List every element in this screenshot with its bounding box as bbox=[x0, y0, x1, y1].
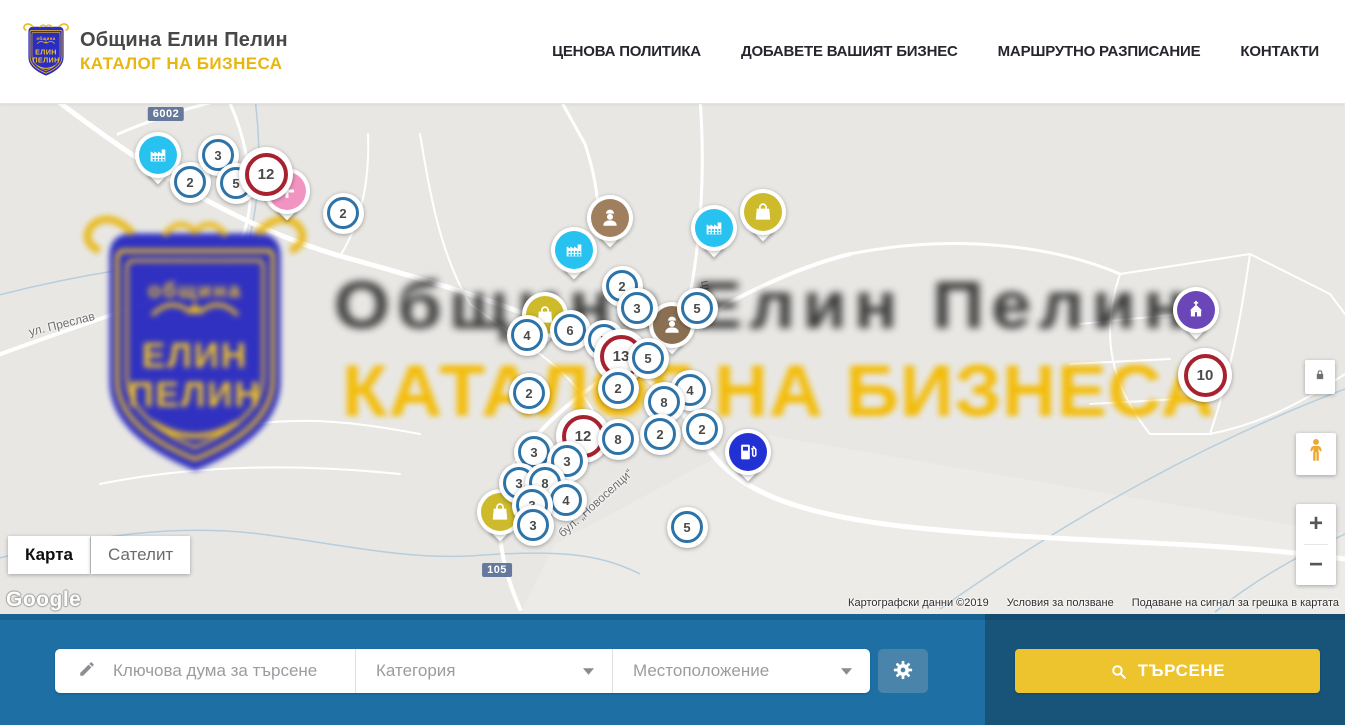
category-select-label: Категория bbox=[376, 661, 455, 681]
pin-ball bbox=[695, 209, 733, 247]
cluster-count: 8 bbox=[602, 423, 634, 455]
map-data-credit: Картографски данни ©2019 bbox=[848, 597, 989, 609]
cluster-count: 4 bbox=[550, 484, 582, 516]
cluster-count: 2 bbox=[602, 372, 634, 404]
cluster-marker[interactable]: 2 bbox=[509, 373, 550, 414]
factory-icon bbox=[703, 217, 725, 239]
factory-marker[interactable] bbox=[551, 227, 597, 289]
search-icon bbox=[1110, 663, 1127, 680]
zoom-in-button[interactable]: + bbox=[1296, 504, 1336, 544]
category-select[interactable]: Категория bbox=[355, 649, 612, 693]
nav-pricing-policy[interactable]: ЦЕНОВА ПОЛИТИКА bbox=[552, 43, 701, 60]
factory-marker[interactable] bbox=[691, 205, 737, 267]
chevron-down-icon bbox=[841, 668, 852, 675]
cluster-count: 3 bbox=[517, 509, 549, 541]
church-marker[interactable] bbox=[1173, 287, 1219, 349]
pin-ball bbox=[744, 193, 782, 231]
cluster-count: 8 bbox=[648, 386, 680, 418]
svg-text:община: община bbox=[36, 36, 55, 41]
bag-icon bbox=[752, 201, 774, 223]
location-select[interactable]: Местоположение bbox=[612, 649, 870, 693]
search-bar: Категория Местоположение ТЪРСЕНЕ bbox=[0, 614, 1345, 725]
pegman-control[interactable] bbox=[1296, 433, 1336, 475]
bag-marker[interactable] bbox=[740, 189, 786, 251]
cluster-count: 6 bbox=[554, 314, 586, 346]
cluster-marker[interactable]: 8 bbox=[598, 419, 639, 460]
cluster-marker[interactable]: 10 bbox=[1178, 348, 1232, 402]
zoom-control: + − bbox=[1296, 504, 1336, 585]
cluster-marker[interactable]: 4 bbox=[507, 315, 548, 356]
cluster-count: 5 bbox=[632, 342, 664, 374]
pin-ball bbox=[139, 136, 177, 174]
nav-route-schedule[interactable]: МАРШРУТНО РАЗПИСАНИЕ bbox=[998, 43, 1201, 60]
factory-icon bbox=[147, 144, 169, 166]
keyword-input[interactable] bbox=[111, 660, 340, 682]
factory-icon bbox=[563, 239, 585, 261]
fuel-marker[interactable] bbox=[725, 429, 771, 491]
pin-ball bbox=[729, 433, 767, 471]
svg-text:ПЕЛИН: ПЕЛИН bbox=[32, 55, 59, 64]
app-root: община ЕЛИН ПЕЛИН Община Елин Пелин КАТА… bbox=[0, 0, 1345, 725]
cluster-count: 3 bbox=[621, 292, 653, 324]
brand-text: Община Елин Пелин КАТАЛОГ НА БИЗНЕСА bbox=[80, 29, 288, 74]
cluster-marker[interactable]: 3 bbox=[617, 288, 658, 329]
map-type-satellite-button[interactable]: Сателит bbox=[91, 536, 190, 574]
pegman-icon bbox=[1305, 437, 1327, 472]
map-type-control: Карта Сателит bbox=[8, 536, 190, 574]
church-icon bbox=[1185, 299, 1207, 321]
lock-control[interactable] bbox=[1305, 360, 1335, 394]
pin-ball bbox=[1177, 291, 1215, 329]
cluster-marker[interactable]: 2 bbox=[682, 409, 723, 450]
pencil-icon bbox=[78, 660, 96, 683]
header: община ЕЛИН ПЕЛИН Община Елин Пелин КАТА… bbox=[0, 0, 1345, 104]
cluster-count: 12 bbox=[245, 153, 288, 196]
zoom-out-button[interactable]: − bbox=[1296, 545, 1336, 585]
map-canvas[interactable]: 6002105 ул. Преславбул. „Новоселци“ци“ о… bbox=[0, 104, 1345, 614]
brand[interactable]: община ЕЛИН ПЕЛИН Община Елин Пелин КАТА… bbox=[22, 22, 288, 82]
terms-of-use-link[interactable]: Условия за ползване bbox=[1007, 597, 1114, 609]
nav-add-your-business[interactable]: ДОБАВЕТЕ ВАШИЯТ БИЗНЕС bbox=[741, 43, 958, 60]
search-button[interactable]: ТЪРСЕНЕ bbox=[1015, 649, 1320, 693]
cluster-marker[interactable]: 5 bbox=[677, 288, 718, 329]
pin-ball bbox=[555, 231, 593, 269]
search-field-group: Категория Местоположение bbox=[55, 649, 870, 693]
site-title: Община Елин Пелин bbox=[80, 29, 288, 52]
report-map-error-link[interactable]: Подаване на сигнал за грешка в картата bbox=[1132, 597, 1339, 609]
cluster-count: 2 bbox=[686, 413, 718, 445]
cluster-count: 2 bbox=[174, 166, 206, 198]
fuel-icon bbox=[737, 441, 759, 463]
cluster-count: 2 bbox=[644, 418, 676, 450]
cluster-marker[interactable]: 12 bbox=[239, 147, 293, 201]
location-select-label: Местоположение bbox=[633, 661, 769, 681]
cluster-count: 10 bbox=[1184, 354, 1227, 397]
map-attribution: Картографски данни ©2019 Условия за ползв… bbox=[848, 597, 1339, 609]
cluster-count: 2 bbox=[327, 197, 359, 229]
lock-icon bbox=[1313, 368, 1327, 387]
cluster-count: 5 bbox=[681, 292, 713, 324]
cluster-marker[interactable]: 2 bbox=[598, 368, 639, 409]
site-subtitle: КАТАЛОГ НА БИЗНЕСА bbox=[80, 54, 288, 74]
road-badge: 6002 bbox=[148, 107, 184, 121]
cluster-marker[interactable]: 5 bbox=[667, 507, 708, 548]
cluster-count: 4 bbox=[511, 319, 543, 351]
cluster-count: 2 bbox=[513, 377, 545, 409]
worker-icon bbox=[599, 207, 621, 229]
gear-icon bbox=[892, 659, 914, 684]
map-type-map-button[interactable]: Карта bbox=[8, 536, 90, 574]
keyword-field[interactable] bbox=[55, 649, 355, 693]
road-badge: 105 bbox=[482, 563, 512, 577]
chevron-down-icon bbox=[583, 668, 594, 675]
cluster-marker[interactable]: 5 bbox=[628, 338, 669, 379]
cluster-count: 5 bbox=[671, 511, 703, 543]
main-nav: ЦЕНОВА ПОЛИТИКА ДОБАВЕТЕ ВАШИЯТ БИЗНЕС МАР… bbox=[552, 43, 1319, 60]
nav-contacts[interactable]: КОНТАКТИ bbox=[1240, 43, 1319, 60]
cluster-marker[interactable]: 2 bbox=[640, 414, 681, 455]
cluster-marker[interactable]: 2 bbox=[323, 193, 364, 234]
cluster-marker[interactable]: 3 bbox=[513, 505, 554, 546]
google-logo[interactable]: Google bbox=[6, 588, 81, 612]
search-button-label: ТЪРСЕНЕ bbox=[1138, 661, 1226, 681]
advanced-settings-button[interactable] bbox=[878, 649, 928, 693]
bag-icon bbox=[489, 501, 511, 523]
municipality-logo: община ЕЛИН ПЕЛИН bbox=[22, 22, 70, 82]
